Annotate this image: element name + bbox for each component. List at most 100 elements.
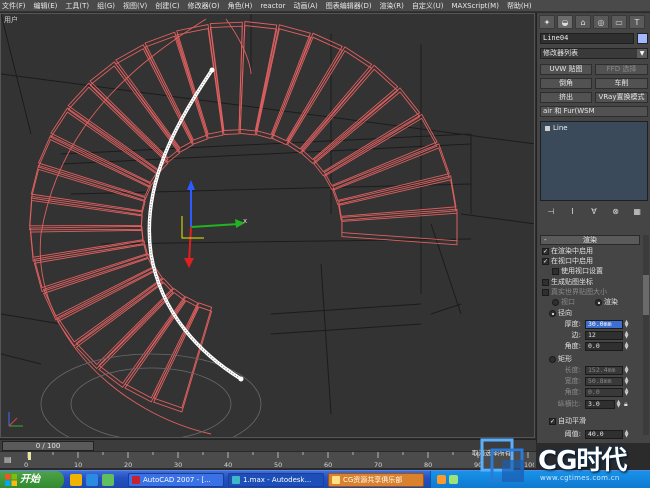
remove-modifier-icon[interactable]: ⊗ bbox=[610, 207, 622, 217]
app-window: 文件(F) 编辑(E) 工具(T) 组(G) 视图(V) 创建(C) 修改器(O… bbox=[0, 0, 650, 488]
chamfer-button[interactable]: 倒角 bbox=[540, 78, 592, 89]
configure-sets-icon[interactable]: ▦ bbox=[631, 207, 643, 217]
modifier-list-dropdown[interactable]: 修改器列表 ▼ bbox=[540, 48, 648, 59]
ruler-tick-label: 30 bbox=[174, 461, 182, 469]
scrollbar-thumb[interactable] bbox=[643, 275, 649, 315]
rect-angle-spinner-icon[interactable]: ▲ ▼ bbox=[624, 388, 629, 397]
make-unique-icon[interactable]: ∀ bbox=[588, 207, 600, 217]
viewport-radio[interactable]: 视口 bbox=[552, 298, 575, 307]
lathe-button[interactable]: 车削 bbox=[595, 78, 648, 89]
gizmo-y-axis bbox=[188, 226, 192, 263]
generate-mapping-checkbox[interactable]: 生成贴图坐标 bbox=[542, 278, 593, 287]
start-button[interactable]: 开始 bbox=[0, 471, 64, 488]
display-tab-icon[interactable]: ▭ bbox=[611, 15, 627, 29]
menu-edit[interactable]: 编辑(E) bbox=[34, 1, 58, 11]
track-bar-icon[interactable]: ▤ bbox=[4, 455, 16, 465]
extrude-button[interactable]: 挤出 bbox=[540, 92, 592, 103]
motion-tab-icon[interactable]: ◎ bbox=[593, 15, 609, 29]
menu-modifiers[interactable]: 修改器(O) bbox=[188, 1, 220, 11]
auto-smooth-checkbox[interactable]: ✓ 自动平滑 bbox=[549, 417, 586, 426]
width-label: 宽度: bbox=[564, 377, 581, 385]
quicklaunch-folder-icon[interactable] bbox=[70, 474, 82, 486]
width-spinner-icon[interactable]: ▲ ▼ bbox=[624, 377, 629, 386]
menu-reactor[interactable]: reactor bbox=[260, 2, 285, 10]
modifier-stack[interactable]: Line bbox=[540, 121, 648, 201]
menu-graph-editors[interactable]: 图表编辑器(D) bbox=[326, 1, 372, 11]
windows-logo-icon bbox=[5, 474, 17, 486]
menu-views[interactable]: 视图(V) bbox=[123, 1, 147, 11]
task-cg-club[interactable]: CG资源共享俱乐部 bbox=[328, 473, 424, 487]
use-viewport-settings-label: 使用视口设置 bbox=[561, 267, 603, 275]
angle-spinner-icon[interactable]: ▲ ▼ bbox=[624, 342, 629, 351]
width-field[interactable]: 50.8mm bbox=[585, 377, 623, 386]
real-world-map-size-checkbox[interactable]: 真实世界贴图大小 bbox=[542, 288, 607, 297]
length-field[interactable]: 152.4mm bbox=[585, 366, 623, 375]
uvw-map-button[interactable]: UVW 贴图 bbox=[540, 64, 592, 75]
task-3dsmax[interactable]: 1.max - Autodesk... bbox=[228, 473, 324, 487]
menu-maxscript[interactable]: MAXScript(M) bbox=[452, 2, 499, 10]
tray-app-icon[interactable] bbox=[437, 475, 446, 484]
length-spinner-icon[interactable]: ▲ ▼ bbox=[624, 366, 629, 375]
length-label: 长度: bbox=[564, 366, 581, 374]
command-panel-scrollbar[interactable] bbox=[643, 235, 649, 435]
menu-help[interactable]: 帮助(H) bbox=[507, 1, 532, 11]
hair-fur-button[interactable]: air 和 Fur(WSM bbox=[540, 106, 648, 117]
aspect-field[interactable]: 3.0 bbox=[585, 400, 615, 409]
ffd-select-button[interactable]: FFD 选择 bbox=[595, 64, 648, 75]
renderer-radio[interactable]: 渲染 bbox=[595, 298, 618, 307]
task-autocad[interactable]: AutoCAD 2007 - [... bbox=[128, 473, 224, 487]
rectangular-radio[interactable]: 矩形 bbox=[549, 355, 572, 364]
show-end-result-icon[interactable]: I bbox=[566, 207, 578, 217]
use-viewport-settings-checkbox[interactable]: 使用视口设置 bbox=[552, 267, 603, 276]
enable-in-viewport-checkbox[interactable]: ✓ 在视口中启用 bbox=[542, 257, 593, 266]
stair-step bbox=[271, 32, 343, 146]
menu-file[interactable]: 文件(F) bbox=[2, 1, 26, 11]
utilities-tab-icon[interactable]: T bbox=[629, 15, 645, 29]
ruler-tick-label: 10 bbox=[74, 461, 82, 469]
hierarchy-tab-icon[interactable]: ⌂ bbox=[575, 15, 591, 29]
renderer-radio-label: 渲染 bbox=[604, 298, 618, 306]
object-color-swatch[interactable] bbox=[637, 33, 648, 44]
menu-rendering[interactable]: 渲染(R) bbox=[380, 1, 404, 11]
vray-displace-button[interactable]: VRay置换模式 bbox=[595, 92, 648, 103]
thickness-field[interactable]: 30.0mm bbox=[585, 320, 623, 329]
menu-character[interactable]: 角色(H) bbox=[228, 1, 253, 11]
rendering-rollout-header[interactable]: 渲染 bbox=[540, 235, 640, 245]
menu-animation[interactable]: 动画(A) bbox=[293, 1, 317, 11]
create-tab-icon[interactable]: ✦ bbox=[539, 15, 555, 29]
spline-start-vertex[interactable] bbox=[209, 67, 215, 73]
perspective-viewport[interactable]: x 用户 bbox=[0, 13, 535, 438]
aspect-spinner-icon[interactable]: ▲ ▼ bbox=[616, 400, 621, 409]
real-world-map-size-label: 真实世界贴图大小 bbox=[551, 288, 607, 296]
world-axis-tripod bbox=[8, 412, 23, 427]
time-slider[interactable]: 0 / 100 bbox=[2, 441, 94, 451]
sides-spinner-icon[interactable]: ▲ ▼ bbox=[624, 331, 629, 340]
menu-customize[interactable]: 自定义(U) bbox=[412, 1, 444, 11]
pin-stack-icon[interactable]: ⊣ bbox=[545, 207, 557, 217]
object-name-field[interactable]: Line04 bbox=[540, 33, 634, 44]
rect-angle-field[interactable]: 0.0 bbox=[585, 388, 623, 397]
menu-group[interactable]: 组(G) bbox=[97, 1, 115, 11]
modify-tab-icon[interactable]: ◒ bbox=[557, 15, 573, 29]
viewport-label[interactable]: 用户 bbox=[4, 15, 18, 25]
sides-field[interactable]: 12 bbox=[585, 331, 623, 340]
angle-field[interactable]: 0.0 bbox=[585, 342, 623, 351]
stack-item-line[interactable]: Line bbox=[543, 124, 645, 133]
menu-create[interactable]: 创建(C) bbox=[155, 1, 179, 11]
radial-radio[interactable]: 径向 bbox=[549, 309, 572, 318]
spline-end-vertex[interactable] bbox=[238, 376, 244, 382]
radial-radio-label: 径向 bbox=[558, 309, 572, 317]
watermark-url: www.cgtimes.com.cn bbox=[540, 474, 620, 482]
time-slider-bar[interactable]: 0 / 100 bbox=[0, 439, 536, 451]
lock-aspect-icon[interactable]: 🔒︎ bbox=[624, 400, 628, 409]
tray-network-icon[interactable] bbox=[449, 475, 458, 484]
transform-gizmo[interactable]: x bbox=[181, 180, 247, 268]
menu-tools[interactable]: 工具(T) bbox=[65, 1, 89, 11]
enable-in-renderer-checkbox[interactable]: ✓ 在渲染中启用 bbox=[542, 247, 593, 256]
track-bar[interactable]: ▤ 0102030405060708090100 bbox=[0, 451, 536, 469]
browser-icon bbox=[332, 476, 340, 484]
quicklaunch-ie-icon[interactable] bbox=[86, 474, 98, 486]
quicklaunch-desktop-icon[interactable] bbox=[102, 474, 114, 486]
enable-in-viewport-label: 在视口中启用 bbox=[551, 257, 593, 265]
thickness-spinner-icon[interactable]: ▲ ▼ bbox=[624, 320, 629, 329]
